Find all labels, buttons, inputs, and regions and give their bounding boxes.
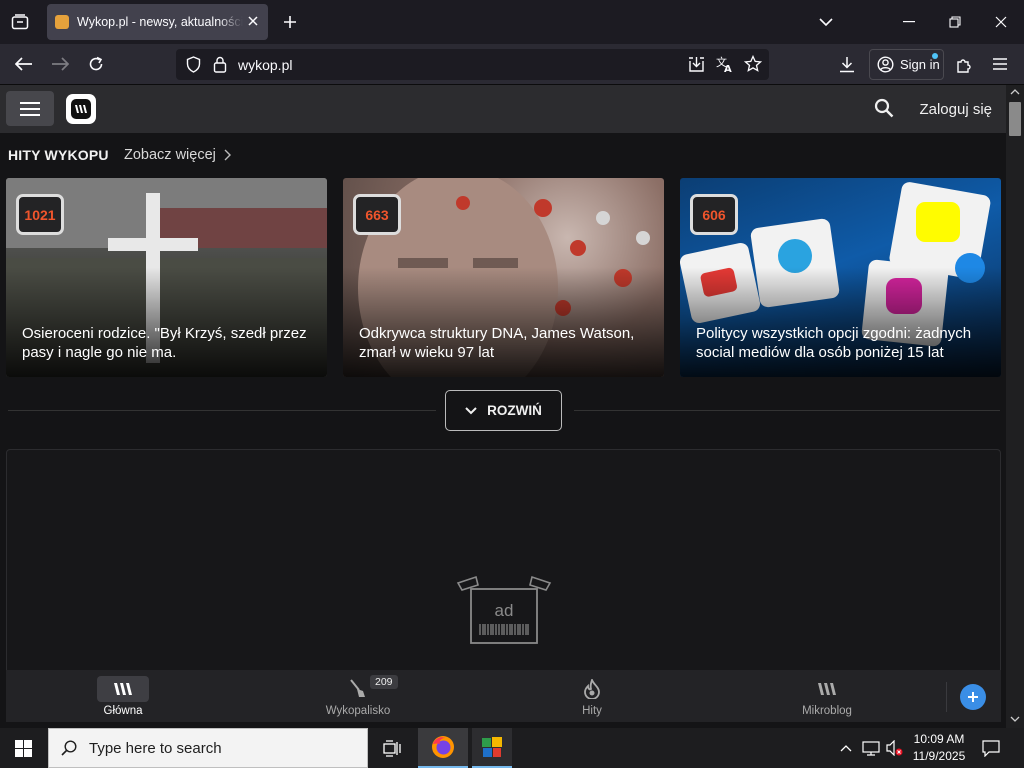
lock-icon[interactable] [213, 56, 227, 73]
notifications-icon[interactable] [980, 738, 1002, 758]
restore-icon[interactable] [944, 12, 966, 32]
login-link[interactable]: Zaloguj się [919, 101, 992, 118]
list-tabs-icon[interactable] [816, 12, 836, 32]
nav-label: Hity [582, 705, 602, 717]
scroll-down-icon[interactable] [1010, 716, 1020, 722]
sign-in-button[interactable]: Sign in [869, 49, 944, 80]
page-download-icon[interactable] [688, 56, 705, 73]
add-button[interactable] [960, 684, 986, 710]
windows-taskbar: Type here to search 10:09 AM 11/9/2025 [0, 728, 1024, 768]
back-arrow-icon[interactable] [12, 53, 36, 75]
forward-arrow-icon[interactable] [48, 53, 72, 75]
bottom-navigation: Główna Wykopalisko 209 Hity Mikroblog [6, 670, 1001, 722]
browser-tab-strip: Wykop.pl - newsy, aktualności, gry [0, 0, 1024, 44]
nav-item-hity[interactable]: Hity [537, 676, 647, 717]
browser-nav-bar: wykop.pl 文A Sign in [0, 44, 1024, 85]
ad-label: ad [495, 601, 514, 620]
divider [574, 410, 1000, 411]
divider [8, 410, 436, 411]
wykopalisko-count-badge: 209 [370, 675, 398, 689]
reload-icon[interactable] [84, 53, 108, 75]
nav-label: Główna [103, 705, 143, 717]
scroll-up-icon[interactable] [1010, 89, 1020, 95]
extensions-icon[interactable] [953, 53, 975, 75]
clock-date: 11/9/2025 [912, 749, 966, 763]
downloads-icon[interactable] [836, 53, 858, 75]
search-placeholder: Type here to search [89, 739, 222, 757]
minimize-icon[interactable] [898, 12, 920, 32]
firefox-taskbar-icon[interactable] [418, 728, 468, 768]
tab-title: Wykop.pl - newsy, aktualności, gry [77, 15, 243, 29]
hit-card[interactable]: 606 Politycy wszystkich opcji zgodni: ża… [680, 178, 1001, 377]
search-icon [61, 740, 77, 756]
ad-placeholder: ad [6, 449, 1001, 679]
nav-label: Mikroblog [802, 705, 852, 717]
hits-heading: HITY WYKOPU [8, 147, 109, 163]
bookmark-star-icon[interactable] [744, 55, 762, 73]
divider [946, 682, 947, 712]
vote-count-badge[interactable]: 606 [690, 194, 738, 235]
hamburger-icon [20, 101, 40, 116]
wykop-logo[interactable] [66, 94, 96, 124]
scrollbar-thumb[interactable] [1009, 102, 1021, 136]
clock-time: 10:09 AM [913, 732, 965, 746]
plus-icon [968, 692, 978, 702]
expand-button[interactable]: ROZWIŃ [445, 390, 562, 431]
tab-wykop[interactable]: Wykop.pl - newsy, aktualności, gry [47, 4, 268, 40]
network-icon[interactable] [861, 739, 881, 757]
tab-close-icon[interactable] [247, 15, 259, 27]
mikroblog-icon [801, 676, 853, 702]
expand-label: ROZWIŃ [487, 403, 542, 418]
notification-dot [932, 53, 938, 59]
sign-in-label: Sign in [900, 57, 940, 72]
taskbar-search-box[interactable]: Type here to search [48, 728, 368, 768]
task-view-icon[interactable] [380, 737, 404, 759]
card-title[interactable]: Osieroceni rodzice. "Był Krzyś, szedł pr… [22, 324, 313, 362]
ad-box-icon: ad [456, 575, 552, 644]
chevron-up-icon[interactable] [838, 740, 854, 756]
volume-muted-icon[interactable] [884, 739, 904, 757]
app-menu-icon[interactable] [989, 53, 1011, 75]
see-more-link[interactable]: Zobacz więcej [124, 147, 231, 163]
card-title[interactable]: Politycy wszystkich opcji zgodni: żadnyc… [696, 324, 987, 362]
card-title[interactable]: Odkrywca struktury DNA, James Watson, zm… [359, 324, 650, 362]
page-scrollbar[interactable] [1006, 85, 1024, 728]
account-icon [877, 56, 894, 73]
wykop-home-icon [97, 676, 149, 702]
nav-item-glowna[interactable]: Główna [68, 676, 178, 717]
hamburger-menu-button[interactable] [6, 91, 54, 126]
vote-count-badge[interactable]: 663 [353, 194, 401, 235]
window-close-icon[interactable] [990, 12, 1012, 32]
svg-text:A: A [724, 64, 732, 73]
taskbar-clock[interactable]: 10:09 AM 11/9/2025 [908, 731, 970, 765]
app-taskbar-icon[interactable] [472, 728, 512, 768]
hit-card[interactable]: 1021 Osieroceni rodzice. "Był Krzyś, sze… [6, 178, 327, 377]
url-text[interactable]: wykop.pl [238, 57, 292, 73]
windows-start-icon[interactable] [12, 738, 34, 758]
chevron-right-icon [224, 149, 231, 161]
site-search-icon[interactable] [874, 98, 894, 118]
new-tab-icon[interactable] [280, 12, 300, 32]
address-bar[interactable]: wykop.pl 文A [176, 49, 769, 80]
nav-label: Wykopalisko [325, 705, 391, 717]
hit-card[interactable]: 663 Odkrywca struktury DNA, James Watson… [343, 178, 664, 377]
wykop-favicon [55, 15, 69, 29]
site-header: Zaloguj się [0, 85, 1006, 133]
flame-icon [566, 676, 618, 702]
vote-count-badge[interactable]: 1021 [16, 194, 64, 235]
translate-icon[interactable]: 文A [716, 56, 734, 73]
shield-icon[interactable] [186, 56, 201, 73]
tab-overview-icon[interactable] [8, 11, 32, 33]
nav-item-mikroblog[interactable]: Mikroblog [772, 676, 882, 717]
chevron-down-icon [465, 406, 477, 415]
see-more-label: Zobacz więcej [124, 147, 216, 163]
